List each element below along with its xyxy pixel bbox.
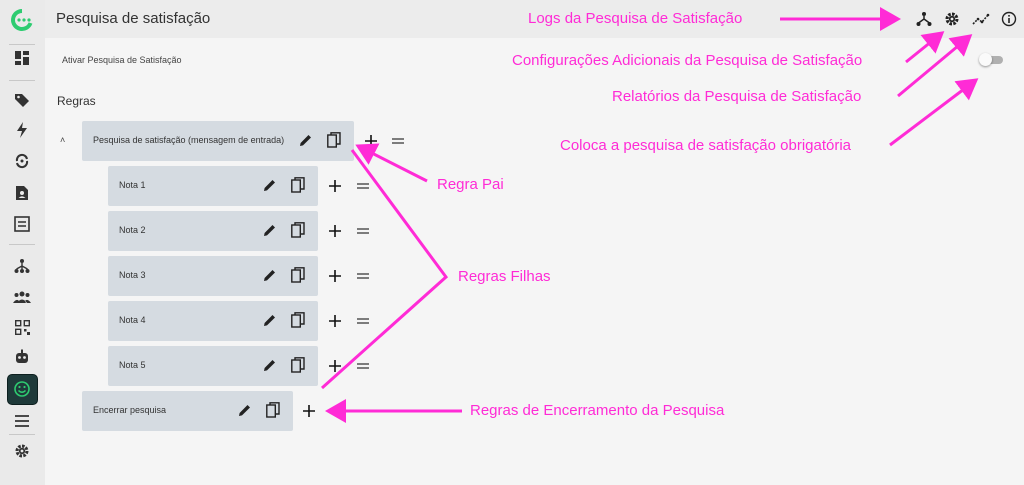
edit-icon[interactable] [261, 311, 279, 329]
edit-icon[interactable] [261, 266, 279, 284]
page-title: Pesquisa de satisfação [56, 10, 211, 27]
child-rule-card[interactable]: Nota 2 [108, 211, 318, 251]
child-rule-card[interactable]: Nota 1 [108, 166, 318, 206]
sync-icon[interactable] [11, 150, 33, 172]
edit-icon[interactable] [261, 176, 279, 194]
annotation-closing: Regras de Encerramento da Pesquisa [470, 402, 725, 419]
drag-handle[interactable] [354, 222, 372, 240]
annotation-toggle: Coloca a pesquisa de satisfação obrigató… [560, 137, 852, 154]
copy-icon[interactable] [325, 131, 343, 149]
add-child-button[interactable] [362, 132, 380, 150]
toggle-knob[interactable] [979, 53, 992, 66]
edit-icon[interactable] [297, 131, 315, 149]
sidebar-divider [9, 80, 35, 81]
info-icon[interactable] [999, 9, 1019, 29]
copy-icon[interactable] [289, 176, 307, 194]
copy-icon[interactable] [289, 266, 307, 284]
sidebar-divider [9, 44, 35, 45]
parent-rule-label: Pesquisa de satisfação (mensagem de entr… [93, 135, 285, 145]
add-child-button[interactable] [326, 267, 344, 285]
copy-icon[interactable] [264, 401, 282, 419]
task-icon[interactable] [11, 213, 33, 235]
bot-icon[interactable] [11, 346, 33, 368]
mandatory-toggle[interactable] [979, 53, 1003, 66]
child-rule-card[interactable]: Nota 5 [108, 346, 318, 386]
sidebar [0, 0, 45, 485]
child-rule-label: Nota 2 [119, 225, 146, 235]
logs-icon[interactable] [914, 9, 934, 29]
drag-handle[interactable] [354, 312, 372, 330]
satisfaction-icon[interactable] [11, 378, 33, 400]
dashboard-icon[interactable] [11, 47, 33, 69]
sidebar-divider [9, 244, 35, 245]
add-child-button[interactable] [326, 222, 344, 240]
qr-icon[interactable] [11, 316, 33, 338]
child-rule-label: Nota 4 [119, 315, 146, 325]
settings-icon[interactable] [942, 9, 962, 29]
drag-handle[interactable] [389, 132, 407, 150]
tag-icon[interactable] [11, 89, 33, 111]
child-rule-card[interactable]: Nota 3 [108, 256, 318, 296]
settings-icon[interactable] [11, 440, 33, 462]
copy-icon[interactable] [289, 311, 307, 329]
copy-icon[interactable] [289, 221, 307, 239]
menu-icon[interactable] [11, 410, 33, 432]
team-icon[interactable] [11, 286, 33, 308]
add-closing-button[interactable] [300, 402, 318, 420]
annotation-settings: Configurações Adicionais da Pesquisa de … [512, 52, 863, 69]
reports-icon[interactable] [971, 9, 991, 29]
closing-rule-label: Encerrar pesquisa [93, 405, 167, 415]
edit-icon[interactable] [236, 401, 254, 419]
closing-rule-card[interactable]: Encerrar pesquisa [82, 391, 293, 431]
drag-handle[interactable] [354, 177, 372, 195]
add-child-button[interactable] [326, 312, 344, 330]
annotation-children: Regras Filhas [458, 268, 551, 285]
add-child-button[interactable] [326, 357, 344, 375]
edit-icon[interactable] [261, 356, 279, 374]
parent-rule-card[interactable]: Pesquisa de satisfação (mensagem de entr… [82, 121, 354, 161]
drag-handle[interactable] [354, 357, 372, 375]
toggle-label: Ativar Pesquisa de Satisfação [62, 55, 182, 65]
rules-title: Regras [57, 94, 96, 108]
add-child-button[interactable] [326, 177, 344, 195]
child-rule-label: Nota 3 [119, 270, 146, 280]
bolt-icon[interactable] [11, 119, 33, 141]
annotation-reports: Relatórios da Pesquisa de Satisfação [612, 88, 862, 105]
edit-icon[interactable] [261, 221, 279, 239]
app-window: Pesquisa de satisfação Ativar Pesquisa d… [0, 0, 1024, 485]
child-rule-label: Nota 5 [119, 360, 146, 370]
sidebar-divider [9, 434, 35, 435]
annotation-logs: Logs da Pesquisa de Satisfação [528, 10, 743, 27]
collapse-toggle[interactable]: ˄ [60, 135, 65, 145]
child-rule-label: Nota 1 [119, 180, 146, 190]
annotation-parent: Regra Pai [437, 176, 504, 193]
drag-handle[interactable] [354, 267, 372, 285]
brand-logo[interactable] [10, 8, 34, 32]
child-rule-card[interactable]: Nota 4 [108, 301, 318, 341]
copy-icon[interactable] [289, 356, 307, 374]
contact-icon[interactable] [11, 182, 33, 204]
flow-icon[interactable] [11, 255, 33, 277]
